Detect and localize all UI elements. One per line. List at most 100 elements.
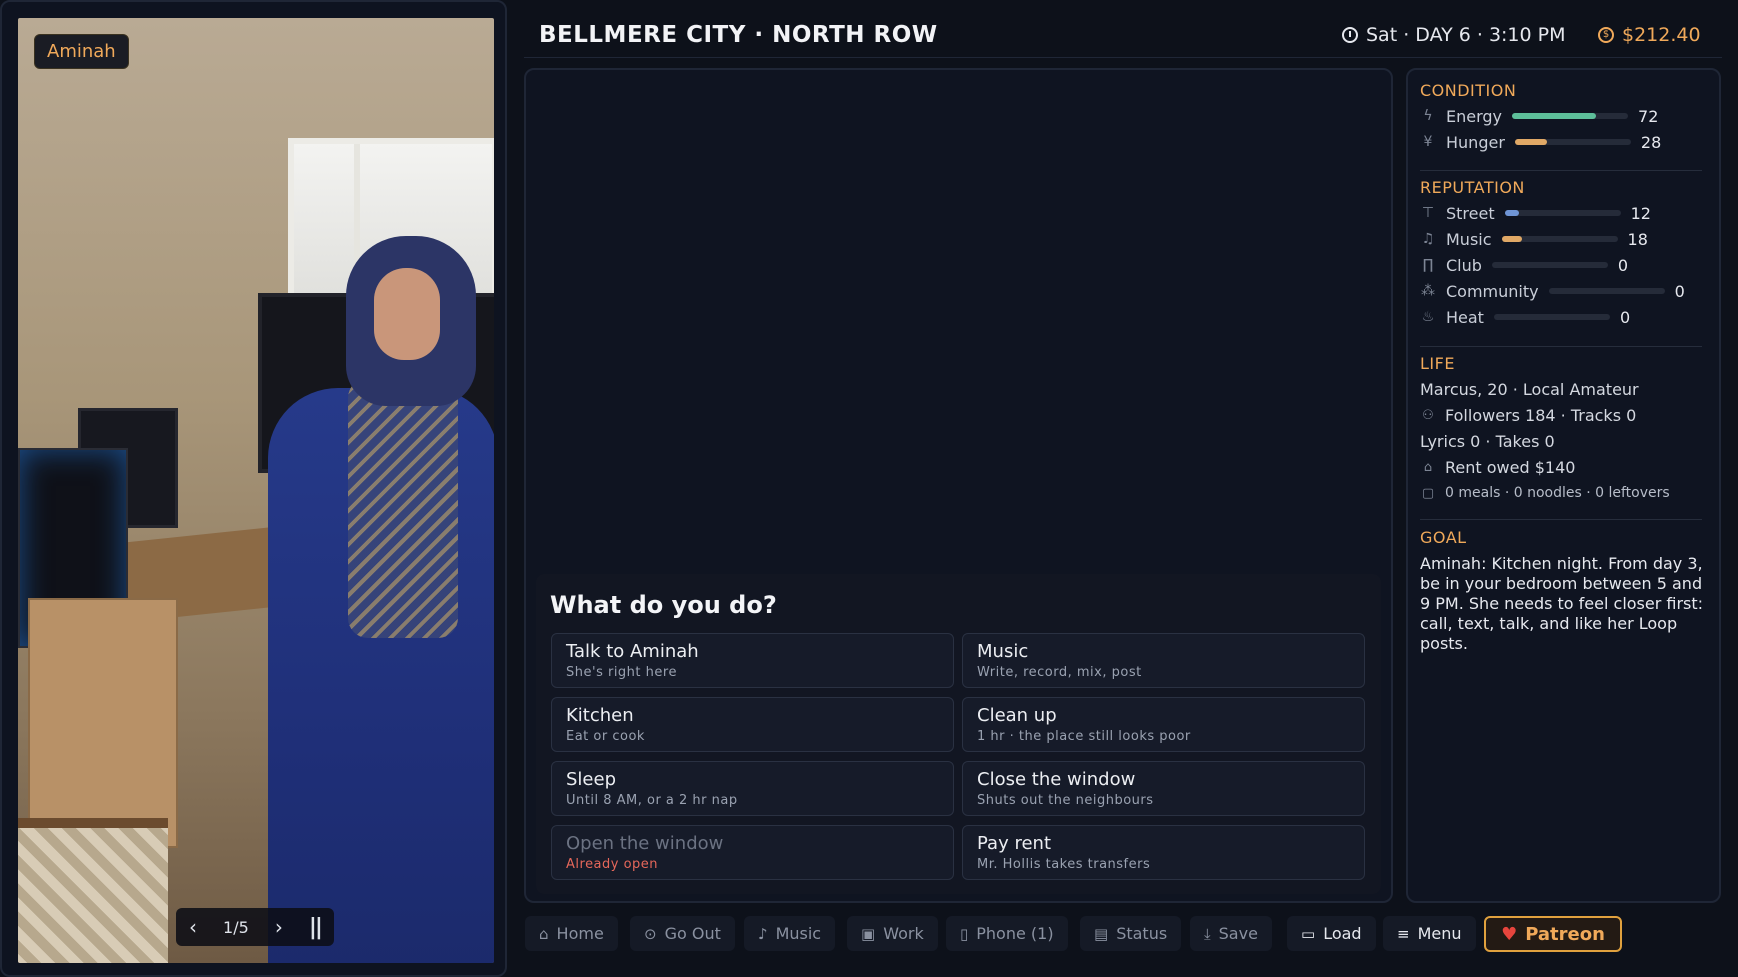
location-title: BELLMERE CITY · NORTH ROW (539, 22, 938, 48)
life-lyrics: Lyrics 0 · Takes 0 (1420, 432, 1555, 451)
goal-title: GOAL (1420, 528, 1467, 547)
nav-save-button[interactable]: ⤓ Save (1190, 916, 1272, 951)
gallery-controls: ‹ 1/5 › || (176, 908, 334, 946)
nav-label: Phone (1) (976, 924, 1054, 943)
nav-label: Save (1218, 924, 1258, 943)
character-figure-face (374, 268, 440, 360)
choice-label: Music (977, 641, 1029, 662)
stat-name: Club (1446, 255, 1482, 275)
nav-label: Music (775, 924, 822, 943)
stat-bar-fill (1512, 113, 1596, 119)
lightning-icon: ϟ (1423, 108, 1433, 124)
choice-kitchen[interactable]: Kitchen Eat or cook (551, 697, 954, 752)
money-text: $212.40 (1622, 24, 1701, 46)
bag-icon: ▢ (1421, 485, 1435, 501)
choice-label: Talk to Aminah (566, 641, 699, 662)
room-chair (18, 818, 168, 963)
choice-label: Open the window (566, 833, 724, 854)
id-card-icon: ▤ (1094, 924, 1109, 943)
nav-label: Go Out (664, 924, 721, 943)
choice-subtitle: She's right here (566, 665, 677, 680)
choice-subtitle: Write, record, mix, post (977, 665, 1142, 680)
choices-title: What do you do? (550, 591, 777, 619)
nav-music-button[interactable]: ♪ Music (744, 916, 836, 951)
signpost-icon: ⊤ (1421, 205, 1435, 221)
choice-subtitle: Eat or cook (566, 729, 645, 744)
stat-bar-fill (1504, 210, 1519, 216)
patreon-button[interactable]: ♥ Patreon (1484, 916, 1622, 952)
life-followers-text: Followers 184 · Tracks 0 (1445, 406, 1637, 425)
stat-bar-fill (1501, 236, 1523, 242)
briefcase-icon: ▣ (861, 924, 876, 943)
section-divider (1420, 346, 1702, 347)
choice-label: Kitchen (566, 705, 634, 726)
stat-name: Heat (1446, 307, 1484, 327)
flame-icon: ♨ (1421, 309, 1435, 325)
stat-name: Energy (1446, 106, 1503, 126)
nav-home-button[interactable]: ⌂ Home (525, 916, 618, 951)
game-clock: Sat · DAY 6 · 3:10 PM (1342, 24, 1566, 46)
life-identity: Marcus, 20 · Local Amateur (1420, 380, 1639, 399)
stat-name: Hunger (1446, 132, 1505, 152)
stat-bar (1514, 139, 1631, 145)
money-display: $ $212.40 (1598, 24, 1701, 46)
gallery-pause-button[interactable]: || (309, 915, 323, 940)
choice-music[interactable]: Music Write, record, mix, post (962, 633, 1365, 688)
reputation-title: REPUTATION (1420, 178, 1525, 197)
stat-community: ⁂ Community 0 (1420, 280, 1685, 302)
stat-street: ⊤ Street 12 (1420, 202, 1651, 224)
nav-load-button[interactable]: ▭ Load (1287, 916, 1376, 951)
game-time-text: Sat · DAY 6 · 3:10 PM (1366, 24, 1566, 46)
stat-value: 0 (1617, 255, 1629, 275)
stat-hunger: ¥ Hunger 28 (1420, 131, 1662, 153)
stat-value: 0 (1674, 281, 1685, 301)
nav-menu-button[interactable]: ≡ Menu (1383, 916, 1476, 951)
patreon-label: Patreon (1525, 923, 1605, 945)
hamburger-icon: ≡ (1397, 924, 1410, 943)
choice-open-window: Open the window Already open (551, 825, 954, 880)
stat-value: 12 (1630, 203, 1651, 223)
condition-title: CONDITION (1420, 81, 1517, 100)
gallery-prev-button[interactable]: ‹ (189, 915, 197, 939)
stat-name: Street (1446, 203, 1495, 223)
stat-value: 0 (1619, 307, 1631, 327)
nav-status-button[interactable]: ▤ Status (1080, 916, 1182, 951)
choice-sleep[interactable]: Sleep Until 8 AM, or a 2 hr nap (551, 761, 954, 816)
nav-go-out-button[interactable]: ⊙ Go Out (630, 916, 735, 951)
life-food: ▢ 0 meals · 0 noodles · 0 leftovers (1420, 485, 1670, 501)
nav-label: Menu (1417, 924, 1462, 943)
life-food-text: 0 meals · 0 noodles · 0 leftovers (1445, 485, 1670, 501)
choice-pay-rent[interactable]: Pay rent Mr. Hollis takes transfers (962, 825, 1365, 880)
choice-clean-up[interactable]: Clean up 1 hr · the place still looks po… (962, 697, 1365, 752)
house-icon: ⌂ (1423, 460, 1433, 475)
choice-close-window[interactable]: Close the window Shuts out the neighbour… (962, 761, 1365, 816)
stat-bar (1493, 314, 1610, 320)
nav-work-button[interactable]: ▣ Work (847, 916, 938, 951)
stat-name: Community (1446, 281, 1539, 301)
life-followers: ⚇ Followers 184 · Tracks 0 (1420, 406, 1636, 425)
stat-heat: ♨ Heat 0 (1420, 306, 1630, 328)
download-icon: ⤓ (1204, 924, 1211, 943)
section-divider (1420, 170, 1702, 171)
gallery-next-button[interactable]: › (275, 915, 283, 939)
stat-bar (1491, 262, 1608, 268)
coin-icon: $ (1598, 27, 1614, 43)
nav-label: Status (1116, 924, 1168, 943)
nav-phone-button[interactable]: ▯ Phone (1) (946, 916, 1068, 951)
clock-icon (1342, 27, 1358, 43)
stat-value: 28 (1640, 132, 1662, 152)
nav-label: Load (1323, 924, 1362, 943)
character-figure-scarf (348, 378, 458, 638)
life-rent-text: Rent owed $140 (1445, 458, 1576, 477)
gallery-counter: 1/5 (223, 917, 249, 937)
room-drawers (28, 598, 178, 848)
stat-bar (1504, 210, 1621, 216)
choice-label: Sleep (566, 769, 617, 790)
stat-club: ∏ Club 0 (1420, 254, 1628, 276)
stat-energy: ϟ Energy 72 (1420, 105, 1658, 127)
stat-name: Music (1446, 229, 1492, 249)
map-pin-icon: ⊙ (644, 924, 657, 943)
people-icon: ⁂ (1421, 283, 1435, 299)
choice-talk-to-aminah[interactable]: Talk to Aminah She's right here (551, 633, 954, 688)
section-divider (1420, 519, 1702, 520)
